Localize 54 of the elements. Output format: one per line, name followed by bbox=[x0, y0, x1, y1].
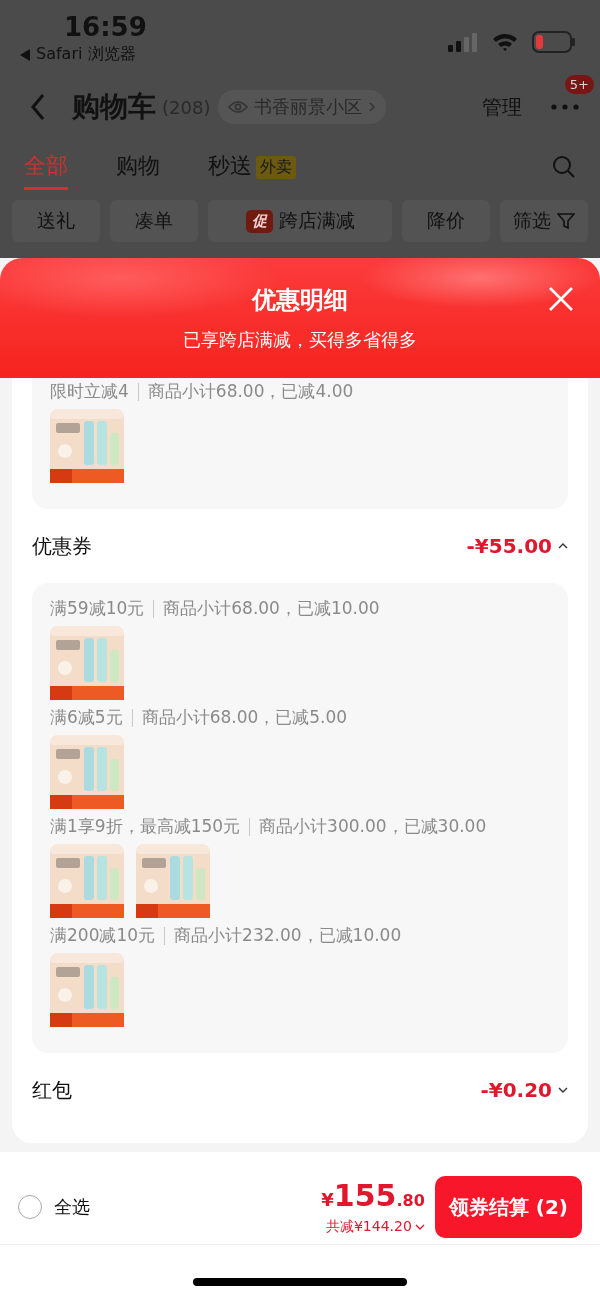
search-icon[interactable] bbox=[552, 155, 576, 179]
caret-icon bbox=[558, 542, 568, 550]
discount-rule: 满200减10元 bbox=[50, 924, 156, 947]
sheet-title: 优惠明细 bbox=[252, 285, 348, 316]
manage-link[interactable]: 管理 bbox=[482, 93, 522, 121]
notification-badge: 5+ bbox=[564, 75, 594, 94]
discount-rule: 满6减5元 bbox=[50, 706, 123, 729]
chip-label: 筛选 bbox=[513, 208, 552, 233]
category-tab[interactable]: 购物 bbox=[116, 144, 160, 190]
discount-detail: 商品小计232.00，已减10.00 bbox=[174, 924, 402, 947]
battery-low-icon bbox=[532, 31, 576, 53]
filter-chip[interactable]: 凑单 bbox=[109, 200, 198, 242]
filter-chip[interactable]: 筛选 bbox=[500, 200, 589, 242]
more-icon[interactable] bbox=[550, 103, 580, 111]
section-toggle[interactable]: -¥0.20 bbox=[480, 1078, 568, 1102]
select-all-label: 全选 bbox=[54, 1195, 90, 1219]
discount-detail: 商品小计300.00，已减30.00 bbox=[259, 815, 487, 838]
back-icon[interactable] bbox=[30, 93, 46, 121]
eye-icon bbox=[228, 100, 249, 114]
signal-icon bbox=[448, 32, 478, 52]
discount-detail: 商品小计68.00，已减10.00 bbox=[163, 597, 380, 620]
caret-icon bbox=[414, 1222, 425, 1231]
chip-label: 降价 bbox=[427, 208, 466, 233]
filter-chip[interactable]: 送礼 bbox=[12, 200, 100, 242]
discount-detail: 商品小计68.00，已减5.00 bbox=[141, 706, 348, 729]
promo-tag: 促 bbox=[245, 209, 273, 233]
chevron-right-icon bbox=[368, 101, 377, 113]
discount-detail: 商品小计68.00，已减4.00 bbox=[147, 380, 354, 403]
page-title: 购物车 bbox=[72, 89, 156, 125]
funnel-icon bbox=[557, 212, 576, 230]
filter-chip[interactable]: 促 跨店满减 bbox=[207, 200, 393, 242]
section-title: 红包 bbox=[32, 1076, 72, 1104]
back-triangle-icon bbox=[20, 48, 30, 61]
back-app-link[interactable]: Safari 浏览器 bbox=[36, 44, 136, 65]
chip-label: 凑单 bbox=[134, 208, 173, 233]
checkout-button[interactable]: 领券结算 (2) bbox=[434, 1176, 582, 1238]
saving-text[interactable]: 共减¥144.20 bbox=[325, 1217, 412, 1236]
category-tab[interactable]: 全部 bbox=[24, 144, 68, 190]
total-price: ¥155.80 bbox=[321, 1178, 425, 1215]
discount-rule: 满59减10元 bbox=[50, 597, 145, 620]
wifi-icon bbox=[492, 32, 518, 52]
close-icon[interactable] bbox=[548, 286, 574, 312]
discount-rule: 满1享9折，最高减150元 bbox=[50, 815, 241, 838]
delivery-tag: 外卖 bbox=[256, 155, 296, 179]
chip-label: 送礼 bbox=[36, 208, 75, 233]
status-time: 16:59 bbox=[64, 12, 147, 42]
discount-rule: 限时立减4 bbox=[50, 380, 129, 403]
chip-label: 跨店满减 bbox=[278, 208, 355, 233]
sheet-subtitle: 已享跨店满减，买得多省得多 bbox=[183, 328, 417, 352]
caret-icon bbox=[558, 1086, 568, 1094]
filter-chip[interactable]: 降价 bbox=[402, 200, 491, 242]
section-toggle[interactable]: -¥55.00 bbox=[466, 534, 568, 558]
category-tab[interactable]: 秒送 bbox=[208, 144, 252, 190]
section-title: 优惠券 bbox=[32, 532, 92, 560]
